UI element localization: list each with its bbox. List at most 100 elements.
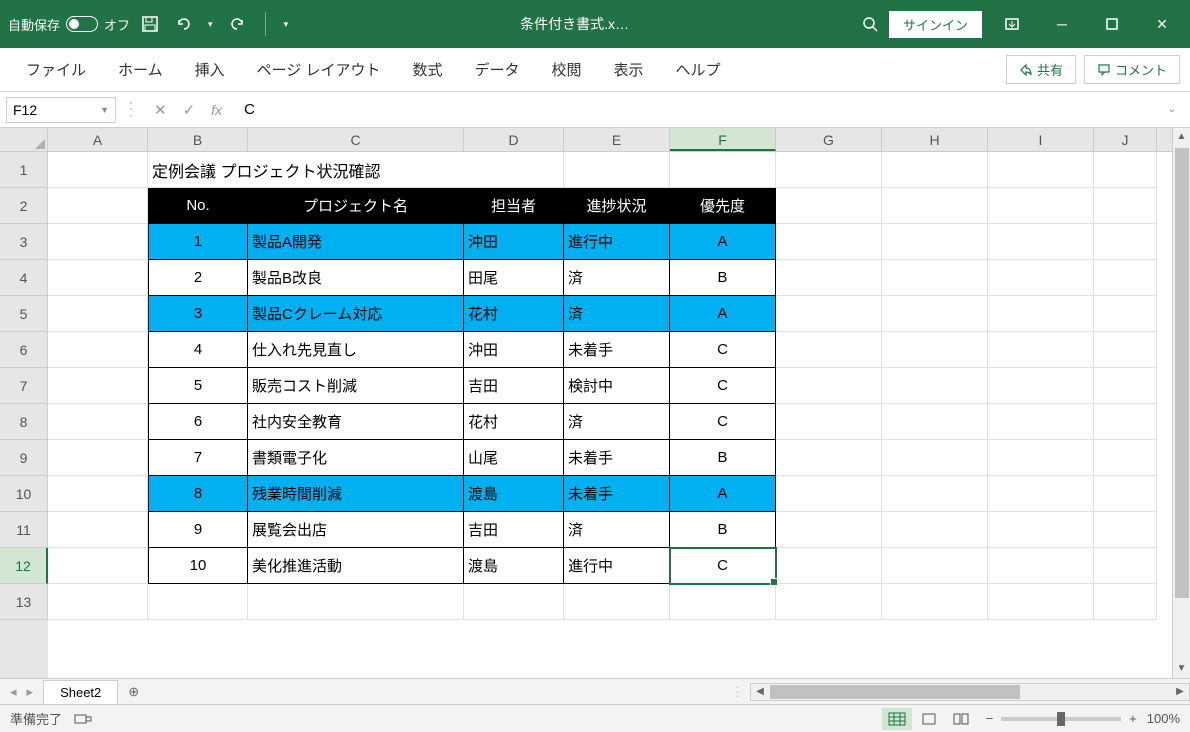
cell[interactable] bbox=[464, 584, 564, 620]
cell[interactable] bbox=[776, 332, 882, 368]
scroll-down-icon[interactable]: ▼ bbox=[1173, 660, 1190, 678]
cell[interactable] bbox=[988, 188, 1094, 224]
cell[interactable] bbox=[988, 368, 1094, 404]
cell[interactable] bbox=[882, 440, 988, 476]
cell[interactable] bbox=[988, 296, 1094, 332]
table-row[interactable]: A bbox=[670, 296, 776, 332]
tab-home[interactable]: ホーム bbox=[102, 51, 179, 88]
cell[interactable] bbox=[48, 368, 148, 404]
table-row[interactable]: 未着手 bbox=[564, 332, 670, 368]
cell[interactable] bbox=[48, 512, 148, 548]
table-row[interactable]: 済 bbox=[564, 512, 670, 548]
column-header-owner[interactable]: 担当者 bbox=[464, 188, 564, 224]
table-row[interactable]: C bbox=[670, 368, 776, 404]
row-header[interactable]: 10 bbox=[0, 476, 48, 512]
cell[interactable] bbox=[48, 476, 148, 512]
cell[interactable] bbox=[48, 260, 148, 296]
add-sheet-icon[interactable]: ⊕ bbox=[118, 684, 149, 700]
formula-expand-icon[interactable]: ⌄ bbox=[1160, 104, 1184, 115]
enter-icon[interactable]: ✓ bbox=[183, 101, 196, 119]
ribbon-options-icon[interactable] bbox=[992, 8, 1032, 40]
row-header[interactable]: 5 bbox=[0, 296, 48, 332]
table-row[interactable]: B bbox=[670, 260, 776, 296]
cell[interactable] bbox=[48, 332, 148, 368]
cell[interactable] bbox=[882, 548, 988, 584]
hscroll-thumb[interactable] bbox=[770, 685, 1020, 699]
tab-layout[interactable]: ページ レイアウト bbox=[241, 51, 397, 88]
cell[interactable] bbox=[1094, 260, 1157, 296]
tab-data[interactable]: データ bbox=[458, 51, 535, 88]
formula-input[interactable] bbox=[236, 97, 1154, 123]
fx-icon[interactable]: fx bbox=[211, 102, 222, 118]
column-header[interactable]: C bbox=[248, 128, 464, 151]
cell[interactable] bbox=[564, 152, 670, 188]
cell[interactable] bbox=[882, 584, 988, 620]
cell[interactable] bbox=[670, 584, 776, 620]
row-header[interactable]: 8 bbox=[0, 404, 48, 440]
table-row[interactable]: B bbox=[670, 440, 776, 476]
table-row[interactable]: 8 bbox=[148, 476, 248, 512]
column-header[interactable]: A bbox=[48, 128, 148, 151]
cell[interactable] bbox=[1094, 512, 1157, 548]
cell[interactable] bbox=[882, 512, 988, 548]
tab-review[interactable]: 校閲 bbox=[536, 51, 598, 88]
cell[interactable] bbox=[1094, 584, 1157, 620]
row-header[interactable]: 2 bbox=[0, 188, 48, 224]
cell[interactable] bbox=[48, 548, 148, 584]
horizontal-scrollbar[interactable]: ◀ ▶ bbox=[750, 683, 1190, 701]
row-header[interactable]: 9 bbox=[0, 440, 48, 476]
cell[interactable] bbox=[48, 152, 148, 188]
table-row[interactable]: 社内安全教育 bbox=[248, 404, 464, 440]
table-row[interactable]: 済 bbox=[564, 404, 670, 440]
cell[interactable] bbox=[882, 152, 988, 188]
table-row[interactable]: C bbox=[670, 404, 776, 440]
zoom-slider[interactable]: − + bbox=[986, 711, 1137, 726]
column-header[interactable]: I bbox=[988, 128, 1094, 151]
cell[interactable] bbox=[776, 260, 882, 296]
name-box-dropdown-icon[interactable]: ▼ bbox=[100, 105, 109, 115]
cell[interactable] bbox=[882, 404, 988, 440]
cell[interactable] bbox=[248, 584, 464, 620]
table-row[interactable]: 進行中 bbox=[564, 224, 670, 260]
table-row[interactable]: B bbox=[670, 512, 776, 548]
cell[interactable] bbox=[48, 224, 148, 260]
table-row[interactable]: 渡島 bbox=[464, 476, 564, 512]
table-row[interactable]: 1 bbox=[148, 224, 248, 260]
row-header[interactable]: 3 bbox=[0, 224, 48, 260]
table-row[interactable]: 販売コスト削減 bbox=[248, 368, 464, 404]
cell[interactable] bbox=[776, 296, 882, 332]
table-row[interactable]: 花村 bbox=[464, 296, 564, 332]
table-row[interactable]: 7 bbox=[148, 440, 248, 476]
table-row[interactable]: C bbox=[670, 332, 776, 368]
cell[interactable] bbox=[988, 332, 1094, 368]
cell[interactable] bbox=[882, 368, 988, 404]
table-row[interactable]: 未着手 bbox=[564, 440, 670, 476]
scroll-right-icon[interactable]: ▶ bbox=[1171, 684, 1189, 700]
table-row[interactable]: C bbox=[670, 548, 776, 584]
column-header[interactable]: H bbox=[882, 128, 988, 151]
cell[interactable] bbox=[776, 548, 882, 584]
cell[interactable] bbox=[1094, 368, 1157, 404]
table-row[interactable]: 4 bbox=[148, 332, 248, 368]
table-row[interactable]: 検討中 bbox=[564, 368, 670, 404]
redo-icon[interactable] bbox=[227, 14, 247, 34]
cell[interactable] bbox=[564, 584, 670, 620]
column-header[interactable]: E bbox=[564, 128, 670, 151]
table-row[interactable]: 3 bbox=[148, 296, 248, 332]
cell[interactable] bbox=[48, 296, 148, 332]
cell[interactable] bbox=[670, 152, 776, 188]
column-header[interactable]: G bbox=[776, 128, 882, 151]
cell[interactable] bbox=[988, 224, 1094, 260]
cell[interactable] bbox=[1094, 440, 1157, 476]
close-button[interactable]: ✕ bbox=[1142, 8, 1182, 40]
cell[interactable] bbox=[882, 188, 988, 224]
table-row[interactable]: 9 bbox=[148, 512, 248, 548]
table-row[interactable]: 展覧会出店 bbox=[248, 512, 464, 548]
undo-icon[interactable] bbox=[174, 14, 194, 34]
table-row[interactable]: 渡島 bbox=[464, 548, 564, 584]
table-row[interactable]: 6 bbox=[148, 404, 248, 440]
table-row[interactable]: 済 bbox=[564, 260, 670, 296]
zoom-in-icon[interactable]: + bbox=[1129, 711, 1137, 726]
table-row[interactable]: 沖田 bbox=[464, 224, 564, 260]
table-row[interactable]: 済 bbox=[564, 296, 670, 332]
